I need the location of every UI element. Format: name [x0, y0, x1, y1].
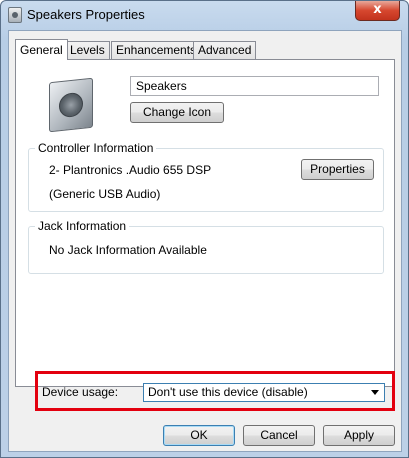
device-name-field[interactable]: [130, 76, 379, 96]
chevron-down-icon[interactable]: [371, 390, 379, 395]
controller-information-group: Controller Information 2- Plantronics .A…: [28, 141, 384, 212]
controller-name: 2- Plantronics .Audio 655 DSP: [49, 163, 212, 177]
speaker-cone-icon: [59, 91, 83, 119]
device-usage-highlight: Device usage: Don't use this device (dis…: [35, 371, 395, 411]
properties-window: Speakers Properties x Levels Enhancement…: [0, 0, 409, 458]
jack-information-group: Jack Information No Jack Information Ava…: [28, 219, 384, 274]
dialog-client-area: Levels Enhancements Advanced General Cha…: [8, 30, 402, 452]
tab-levels[interactable]: Levels: [65, 41, 110, 59]
title-bar[interactable]: Speakers Properties x: [1, 1, 408, 29]
apply-button[interactable]: Apply: [323, 425, 395, 446]
close-button[interactable]: x: [355, 1, 400, 21]
controller-properties-button[interactable]: Properties: [301, 159, 374, 180]
window-title: Speakers Properties: [27, 7, 145, 22]
jack-information-message: No Jack Information Available: [49, 243, 207, 257]
device-usage-dropdown[interactable]: Don't use this device (disable): [143, 383, 385, 402]
tab-enhancements[interactable]: Enhancements: [111, 41, 202, 59]
jack-information-heading: Jack Information: [35, 219, 130, 233]
general-tab-panel: Change Icon Controller Information 2- Pl…: [15, 59, 395, 387]
controller-description: (Generic USB Audio): [49, 187, 161, 201]
cancel-button[interactable]: Cancel: [243, 425, 315, 446]
device-usage-selected-value: Don't use this device (disable): [148, 385, 308, 399]
ok-button[interactable]: OK: [163, 425, 235, 446]
tab-advanced[interactable]: Advanced: [193, 41, 257, 59]
speaker-icon: [8, 7, 22, 23]
controller-information-heading: Controller Information: [35, 141, 157, 155]
speaker-device-icon: [49, 77, 93, 133]
change-icon-button[interactable]: Change Icon: [130, 102, 224, 123]
device-usage-label: Device usage:: [42, 385, 119, 399]
tab-general[interactable]: General: [15, 39, 68, 60]
